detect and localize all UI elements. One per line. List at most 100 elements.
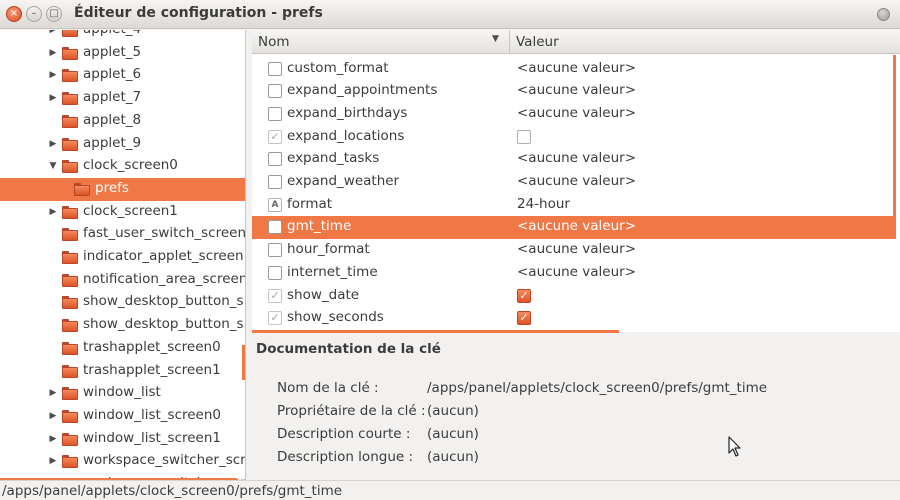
folder-icon [62,409,78,423]
documentation-title: Documentation de la clé [256,341,441,357]
tree-item-label: workspace_switcher_scre [83,452,246,469]
expander-collapsed-icon[interactable]: ▶ [48,411,58,421]
doc-field-label: Propriétaire de la clé : [277,403,426,419]
key-value[interactable]: <aucune valeur> [517,241,636,257]
tree-item[interactable]: ▶ applet_5 [0,42,245,65]
boolean-type-icon [268,106,282,121]
folder-icon [62,30,78,37]
key-tree[interactable]: ▶ applet_4 ▶ applet_5 ▶ applet_6 ▶ applet_7appl… [0,30,246,480]
key-value[interactable]: <aucune valeur> [517,173,636,189]
boolean-type-icon [268,152,282,167]
doc-field-label: Description courte : [277,426,411,442]
column-header-name[interactable]: Nom [252,30,510,54]
key-value[interactable]: <aucune valeur> [517,60,636,76]
maximize-icon: □ [49,8,59,19]
tree-item-label: window_list [83,384,161,401]
tree-item[interactable]: trashapplet_screen0 [0,337,245,360]
boolean-type-icon [268,220,282,235]
key-name: gmt_time [287,218,352,235]
tree-item-label: show_desktop_button_s [83,293,244,310]
key-row[interactable]: internet_time <aucune valeur> [252,262,896,285]
expander-collapsed-icon[interactable]: ▶ [48,93,58,103]
status-path: /apps/panel/applets/clock_screen0/prefs/… [2,483,343,499]
expander-collapsed-icon[interactable]: ▶ [48,434,58,444]
tree-item[interactable]: ▼ clock_screen0 [0,155,245,178]
boolean-type-icon [268,61,282,76]
key-row[interactable]: expand_tasks <aucune valeur> [252,148,896,171]
boolean-type-icon [268,175,282,189]
config-editor-window: × – □ Éditeur de configuration - prefs ▶… [0,0,900,500]
close-icon: × [9,8,19,19]
key-value[interactable]: 24-hour [517,196,570,212]
tree-item-label: applet_4 [83,30,141,37]
key-row[interactable]: gmt_time <aucune valeur> [252,216,896,240]
expander-collapsed-icon[interactable]: ▶ [48,388,58,398]
tree-item[interactable]: notification_area_screen [0,269,245,292]
list-horizontal-scrollbar[interactable] [252,330,619,333]
key-value[interactable]: <aucune valeur> [517,218,636,234]
tree-item[interactable]: show_desktop_button_s [0,314,245,337]
tree-item[interactable]: ▶ applet_9 [0,133,245,156]
key-value[interactable]: <aucune valeur> [517,105,636,121]
value-checkbox-unchecked[interactable] [517,129,531,144]
key-name: internet_time [287,263,378,280]
tree-item-label: show_desktop_button_s [83,316,244,333]
tree-item[interactable]: ▶ window_list [0,382,245,405]
key-value[interactable]: <aucune valeur> [517,264,636,280]
tree-item[interactable]: applet_8 [0,110,245,133]
key-row[interactable]: hour_format <aucune valeur> [252,239,896,262]
tree-item[interactable]: ▶ workspace_switcher_scre [0,450,246,473]
key-row[interactable]: ✓ show_date ✓ [252,285,896,308]
key-name: expand_appointments [287,82,438,99]
key-row[interactable]: expand_birthdays <aucune valeur> [252,103,896,126]
expander-expanded-icon[interactable]: ▼ [48,161,58,171]
tree-item-label: window_list_screen1 [83,429,222,446]
expander-collapsed-icon[interactable]: ▶ [48,70,58,80]
value-checkbox-checked[interactable]: ✓ [517,288,531,303]
column-header-value[interactable]: Valeur [510,30,900,54]
tree-item[interactable]: fast_user_switch_screen [0,223,245,246]
maximize-button[interactable]: □ [46,6,62,22]
list-vertical-scrollbar[interactable] [893,55,896,220]
key-row[interactable]: custom_format <aucune valeur> [252,58,896,81]
key-row[interactable]: ✓ show_seconds ✓ [252,307,896,330]
tree-item[interactable]: ▶ window_list_screen0 [0,405,245,428]
doc-field-value: (aucun) [427,426,479,442]
expander-collapsed-icon[interactable]: ▶ [48,456,58,466]
title-bar[interactable]: × – □ Éditeur de configuration - prefs [0,0,900,29]
key-name: expand_weather [287,173,400,189]
tree-item[interactable]: prefs [0,177,245,201]
value-checkbox-checked[interactable]: ✓ [517,311,531,326]
minimize-button[interactable]: – [26,6,42,22]
expander-collapsed-icon[interactable]: ▶ [48,30,58,35]
key-value[interactable]: <aucune valeur> [517,82,636,98]
expander-collapsed-icon[interactable]: ▶ [48,48,58,58]
doc-field-label: Nom de la clé : [277,380,379,396]
window-menu-button[interactable] [877,8,890,21]
key-row[interactable]: expand_appointments <aucune valeur> [252,80,896,103]
key-row[interactable]: expand_weather <aucune valeur> [252,171,896,194]
folder-icon [62,319,78,333]
expander-collapsed-icon[interactable]: ▶ [48,139,58,149]
tree-item-label: prefs [95,179,129,196]
tree-item[interactable]: ▶ window_list_screen1 [0,428,245,451]
tree-item[interactable]: ▶ applet_7 [0,87,245,110]
tree-item-label: clock_screen1 [83,202,178,219]
folder-icon [62,228,78,242]
doc-field-value: /apps/panel/applets/clock_screen0/prefs/… [427,380,768,396]
key-name: expand_birthdays [287,104,408,121]
tree-item[interactable]: ▶ applet_6 [0,64,245,87]
tree-item-label: applet_5 [83,43,142,60]
tree-item[interactable]: indicator_applet_screen [0,246,245,269]
key-value[interactable]: <aucune valeur> [517,150,636,166]
tree-vertical-scrollbar[interactable] [242,345,245,380]
tree-item[interactable]: show_desktop_button_s [0,291,245,314]
expander-collapsed-icon[interactable]: ▶ [48,207,58,217]
key-row[interactable]: Aformat 24-hour [252,194,896,217]
key-row[interactable]: ✓ expand_locations [252,126,896,149]
tree-item[interactable]: ▶ clock_screen1 [0,201,245,224]
tree-item[interactable]: trashapplet_screen1 [0,360,245,383]
boolean-type-icon: ✓ [268,129,282,144]
close-button[interactable]: × [6,6,22,22]
tree-item[interactable]: ▶ applet_4 [0,30,245,42]
